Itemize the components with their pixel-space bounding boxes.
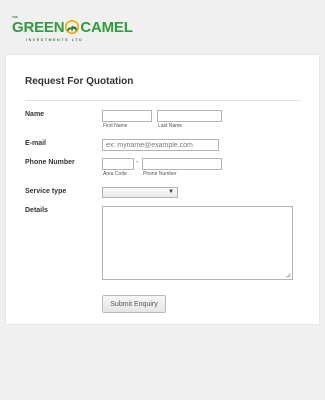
logo-wordmark: GREEN CAMEL bbox=[12, 20, 133, 36]
area-code-input[interactable] bbox=[102, 158, 134, 170]
phone-label: Phone Number bbox=[25, 159, 75, 166]
service-type-select[interactable]: ▼ bbox=[102, 187, 178, 198]
resize-handle-icon[interactable] bbox=[286, 273, 291, 278]
form-title: Request For Quotation bbox=[25, 76, 134, 87]
logo-name-part2: CAMEL bbox=[80, 19, 133, 36]
company-logo: THE GREEN CAMEL INVESTMENTS LTD bbox=[12, 16, 133, 46]
first-name-input[interactable] bbox=[102, 110, 152, 122]
phone-number-input[interactable] bbox=[142, 158, 222, 170]
logo-name-part1: GREEN bbox=[12, 19, 65, 36]
email-label: E-mail bbox=[25, 140, 47, 147]
phone-number-sublabel: Phone Number bbox=[143, 171, 177, 177]
area-code-sublabel: Area Code bbox=[103, 171, 127, 177]
title-divider bbox=[25, 100, 301, 101]
logo-tagline: INVESTMENTS LTD bbox=[26, 38, 84, 42]
email-input[interactable] bbox=[102, 139, 219, 151]
name-label: Name bbox=[25, 111, 45, 118]
quotation-form-card: Request For Quotation Name First Name La… bbox=[6, 55, 319, 324]
last-name-sublabel: Last Name bbox=[158, 123, 183, 129]
first-name-sublabel: First Name bbox=[103, 123, 128, 129]
details-label: Details bbox=[25, 207, 48, 214]
chevron-down-icon[interactable]: ▼ bbox=[168, 189, 174, 195]
camel-sun-icon bbox=[64, 20, 80, 34]
submit-enquiry-button[interactable]: Submit Enquiry bbox=[102, 295, 166, 313]
last-name-input[interactable] bbox=[157, 110, 222, 122]
page: THE GREEN CAMEL INVESTMENTS LTD Request F… bbox=[0, 0, 325, 400]
phone-separator: - bbox=[136, 159, 139, 166]
details-textarea[interactable] bbox=[102, 206, 293, 280]
service-type-label: Service type bbox=[25, 188, 67, 195]
